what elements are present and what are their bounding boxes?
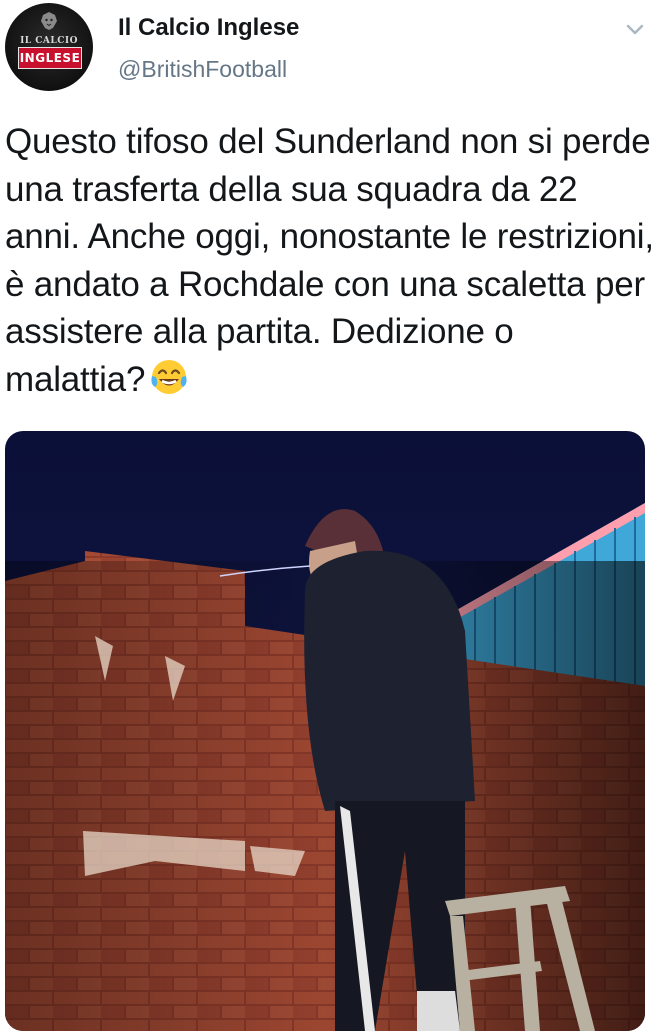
avatar-logo-banner: INGLESE bbox=[18, 47, 82, 69]
avatar-logo-line2: INGLESE bbox=[19, 51, 81, 65]
display-name[interactable]: Il Calcio Inglese bbox=[118, 14, 299, 42]
lion-icon bbox=[41, 12, 57, 30]
avatar-logo-line1: IL CALCIO bbox=[20, 36, 78, 46]
tweet-photo[interactable] bbox=[5, 431, 645, 1031]
avatar[interactable]: IL CALCIO INGLESE bbox=[5, 3, 93, 91]
chevron-down-icon[interactable] bbox=[622, 18, 648, 40]
tweet-text: Questo tifoso del Sunderland non si perd… bbox=[5, 118, 660, 403]
photo-scene bbox=[5, 431, 645, 1031]
user-handle[interactable]: @BritishFootball bbox=[118, 56, 287, 83]
tweet-body: Questo tifoso del Sunderland non si perd… bbox=[5, 122, 654, 399]
face-with-tears-of-joy-icon bbox=[151, 359, 187, 394]
